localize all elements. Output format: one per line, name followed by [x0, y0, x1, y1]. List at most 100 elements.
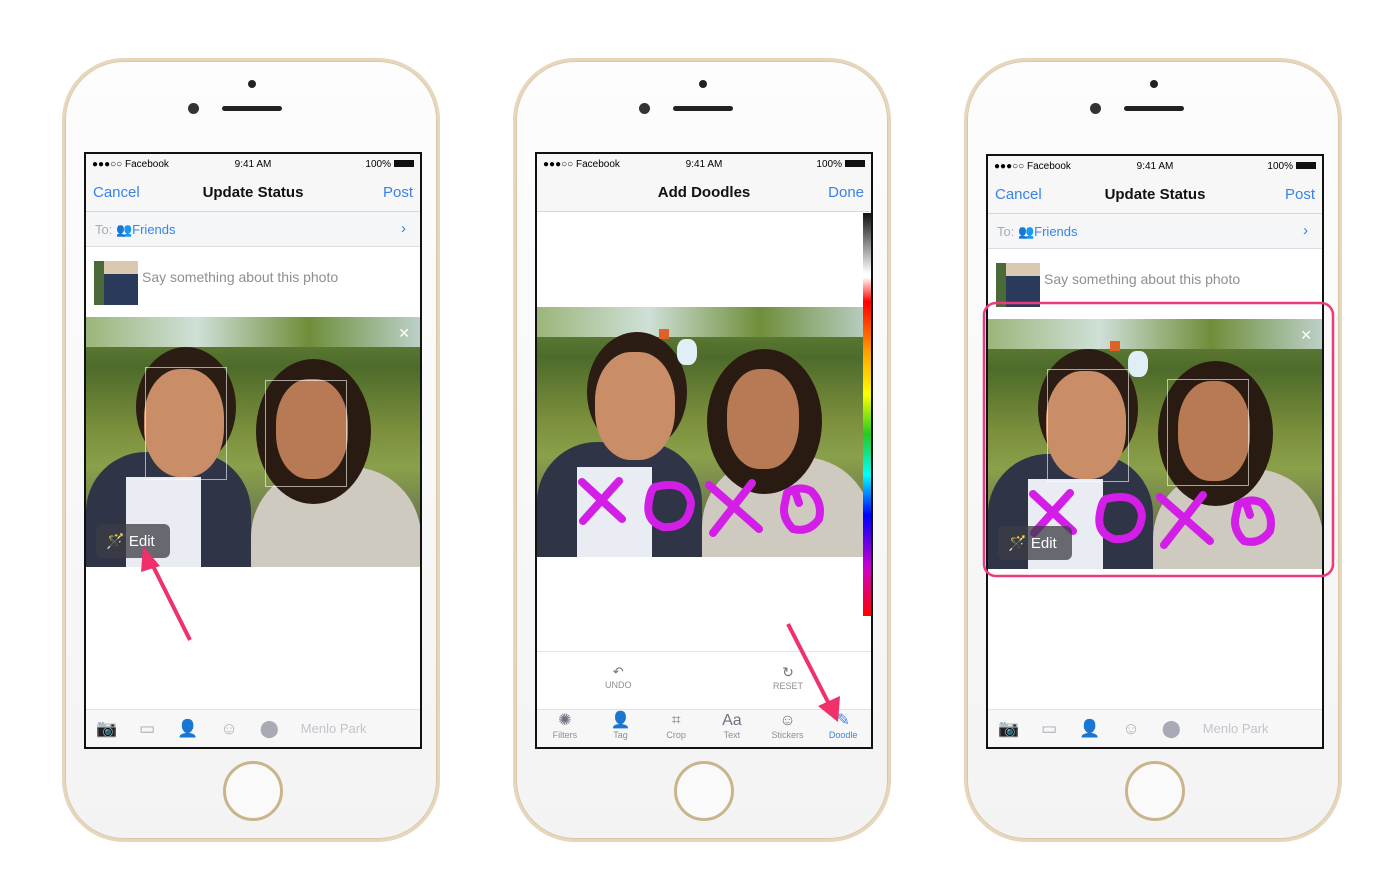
doodle-o — [1231, 496, 1275, 546]
smiley-icon[interactable]: ☺ — [220, 719, 237, 739]
doodle-o — [1095, 493, 1146, 544]
tab-filters[interactable]: ✺ Filters — [537, 710, 593, 747]
page-title: Update Status — [202, 184, 304, 201]
location-pin-icon[interactable]: ⬤ — [260, 719, 279, 739]
tab-label: Text — [723, 730, 741, 740]
smiley-icon: ☺ — [779, 712, 796, 729]
location-label[interactable]: Menlo Park — [301, 721, 367, 736]
clock: 9:41 AM — [234, 159, 272, 170]
nav-bar: Cancel Update Status Post — [86, 174, 420, 212]
magic-wand-icon: 🪄 — [1008, 535, 1027, 552]
reset-icon: ↻ — [782, 664, 794, 680]
attached-photo: ✕ 🪄 Edit — [988, 319, 1322, 569]
tab-tag[interactable]: 👤 Tag — [593, 710, 649, 747]
home-button — [223, 761, 283, 821]
clock: 9:41 AM — [1136, 161, 1174, 172]
edit-label: Edit — [1030, 535, 1057, 552]
screen: ●●●○○ Facebook 9:41 AM 100% Cancel Update S… — [986, 154, 1324, 749]
attached-photo: ✕ 🪄 Edit — [86, 317, 420, 567]
status-bar: ●●●○○ Facebook 9:41 AM 100% — [988, 156, 1322, 176]
profile-thumbnail — [94, 261, 138, 305]
remove-photo-icon[interactable]: ✕ — [1300, 327, 1312, 344]
magic-wand-icon: 🪄 — [106, 533, 125, 550]
tab-crop[interactable]: ⌗ Crop — [648, 710, 704, 747]
doodle-o — [644, 481, 695, 532]
edit-photo-button[interactable]: 🪄 Edit — [96, 524, 170, 558]
composer-toolbar: 📷 ▭ 👤 ☺ ⬤ Menlo Park — [988, 709, 1322, 747]
remove-photo-icon[interactable]: ✕ — [398, 325, 410, 342]
tag-person-icon[interactable]: 👤 — [177, 719, 198, 739]
friends-icon: 👥 — [115, 222, 133, 237]
status-input[interactable]: Say something about this photo — [1044, 271, 1240, 287]
doodle-o — [780, 484, 824, 534]
tag-person-icon[interactable]: 👤 — [1079, 719, 1100, 739]
location-label[interactable]: Menlo Park — [1203, 721, 1269, 736]
tab-stickers[interactable]: ☺ Stickers — [760, 710, 816, 747]
status-bar: ●●●○○ Facebook 9:41 AM 100% — [537, 154, 871, 174]
speaker — [1124, 106, 1184, 111]
pencil-icon: ✎ — [836, 712, 850, 729]
doodle-strokes — [578, 477, 824, 537]
speaker — [673, 106, 733, 111]
screen: ●●●○○ Facebook 9:41 AM 100% Add Doodles Don… — [535, 152, 873, 749]
color-picker-slider[interactable] — [863, 213, 871, 616]
tab-label: Tag — [613, 730, 628, 740]
album-icon[interactable]: ▭ — [139, 719, 155, 739]
tab-label: Stickers — [771, 730, 804, 740]
crop-icon: ⌗ — [671, 712, 681, 729]
chevron-right-icon: › — [401, 220, 406, 237]
page-title: Add Doodles — [657, 184, 751, 201]
aperture-icon: ✺ — [558, 712, 572, 729]
page-title: Update Status — [1104, 186, 1206, 203]
location-pin-icon[interactable]: ⬤ — [1162, 719, 1181, 739]
done-button[interactable]: Done — [828, 184, 864, 201]
profile-thumbnail — [996, 263, 1040, 307]
camera-icon[interactable]: 📷 — [998, 719, 1019, 739]
home-button — [1125, 761, 1185, 821]
tab-label: Crop — [666, 730, 686, 740]
tab-doodle[interactable]: ✎ Doodle — [815, 710, 871, 747]
doodle-x — [705, 479, 763, 537]
text-icon: Aa — [722, 712, 742, 729]
face-box — [265, 380, 347, 487]
front-camera — [639, 103, 650, 114]
camera-icon[interactable]: 📷 — [96, 719, 117, 739]
chevron-right-icon: › — [1303, 222, 1308, 239]
reset-label: RESET — [773, 681, 804, 691]
editor-toolbar: ↶ UNDO ↻ RESET ✺ Filters 👤 Tag ⌗ Crop Aa Text … — [537, 651, 871, 747]
edit-label: Edit — [128, 533, 155, 550]
audience-selector[interactable]: To: 👥Friends › — [988, 214, 1322, 249]
friends-icon: 👥 — [1017, 224, 1035, 239]
speaker — [222, 106, 282, 111]
nav-bar: Add Doodles Done — [537, 174, 871, 212]
composer-toolbar: 📷 ▭ 👤 ☺ ⬤ Menlo Park — [86, 709, 420, 747]
post-button[interactable]: Post — [1285, 186, 1315, 203]
phone-add-doodles: ●●●○○ Facebook 9:41 AM 100% Add Doodles Don… — [513, 58, 891, 842]
tab-label: Doodle — [828, 730, 858, 740]
sensor — [248, 80, 256, 88]
to-label: To: — [997, 224, 1015, 239]
audience-value: Friends — [1034, 224, 1078, 239]
undo-icon: ↶ — [612, 664, 624, 679]
phone-update-status: ●●●○○ Facebook 9:41 AM 100% Cancel Update S… — [62, 58, 440, 842]
face-box — [145, 367, 227, 480]
doodle-photo[interactable] — [537, 307, 871, 557]
doodle-x — [1156, 491, 1214, 549]
tab-text[interactable]: Aa Text — [704, 710, 760, 747]
tag-person-icon: 👤 — [610, 712, 631, 729]
audience-value: Friends — [132, 222, 176, 237]
reset-button[interactable]: ↻ RESET — [773, 664, 803, 691]
status-bar: ●●●○○ Facebook 9:41 AM 100% — [86, 154, 420, 174]
post-button[interactable]: Post — [383, 184, 413, 201]
screen: ●●●○○ Facebook 9:41 AM 100% Cancel Update S… — [84, 152, 422, 749]
clock: 9:41 AM — [685, 159, 723, 170]
edit-photo-button[interactable]: 🪄 Edit — [998, 526, 1072, 560]
front-camera — [1090, 103, 1101, 114]
undo-button[interactable]: ↶ UNDO — [605, 664, 632, 690]
home-button — [674, 761, 734, 821]
status-input[interactable]: Say something about this photo — [142, 269, 338, 285]
phone-update-status-doodled: ●●●○○ Facebook 9:41 AM 100% Cancel Update S… — [964, 58, 1342, 842]
smiley-icon[interactable]: ☺ — [1122, 719, 1139, 739]
audience-selector[interactable]: To: 👥Friends › — [86, 212, 420, 247]
album-icon[interactable]: ▭ — [1041, 719, 1057, 739]
